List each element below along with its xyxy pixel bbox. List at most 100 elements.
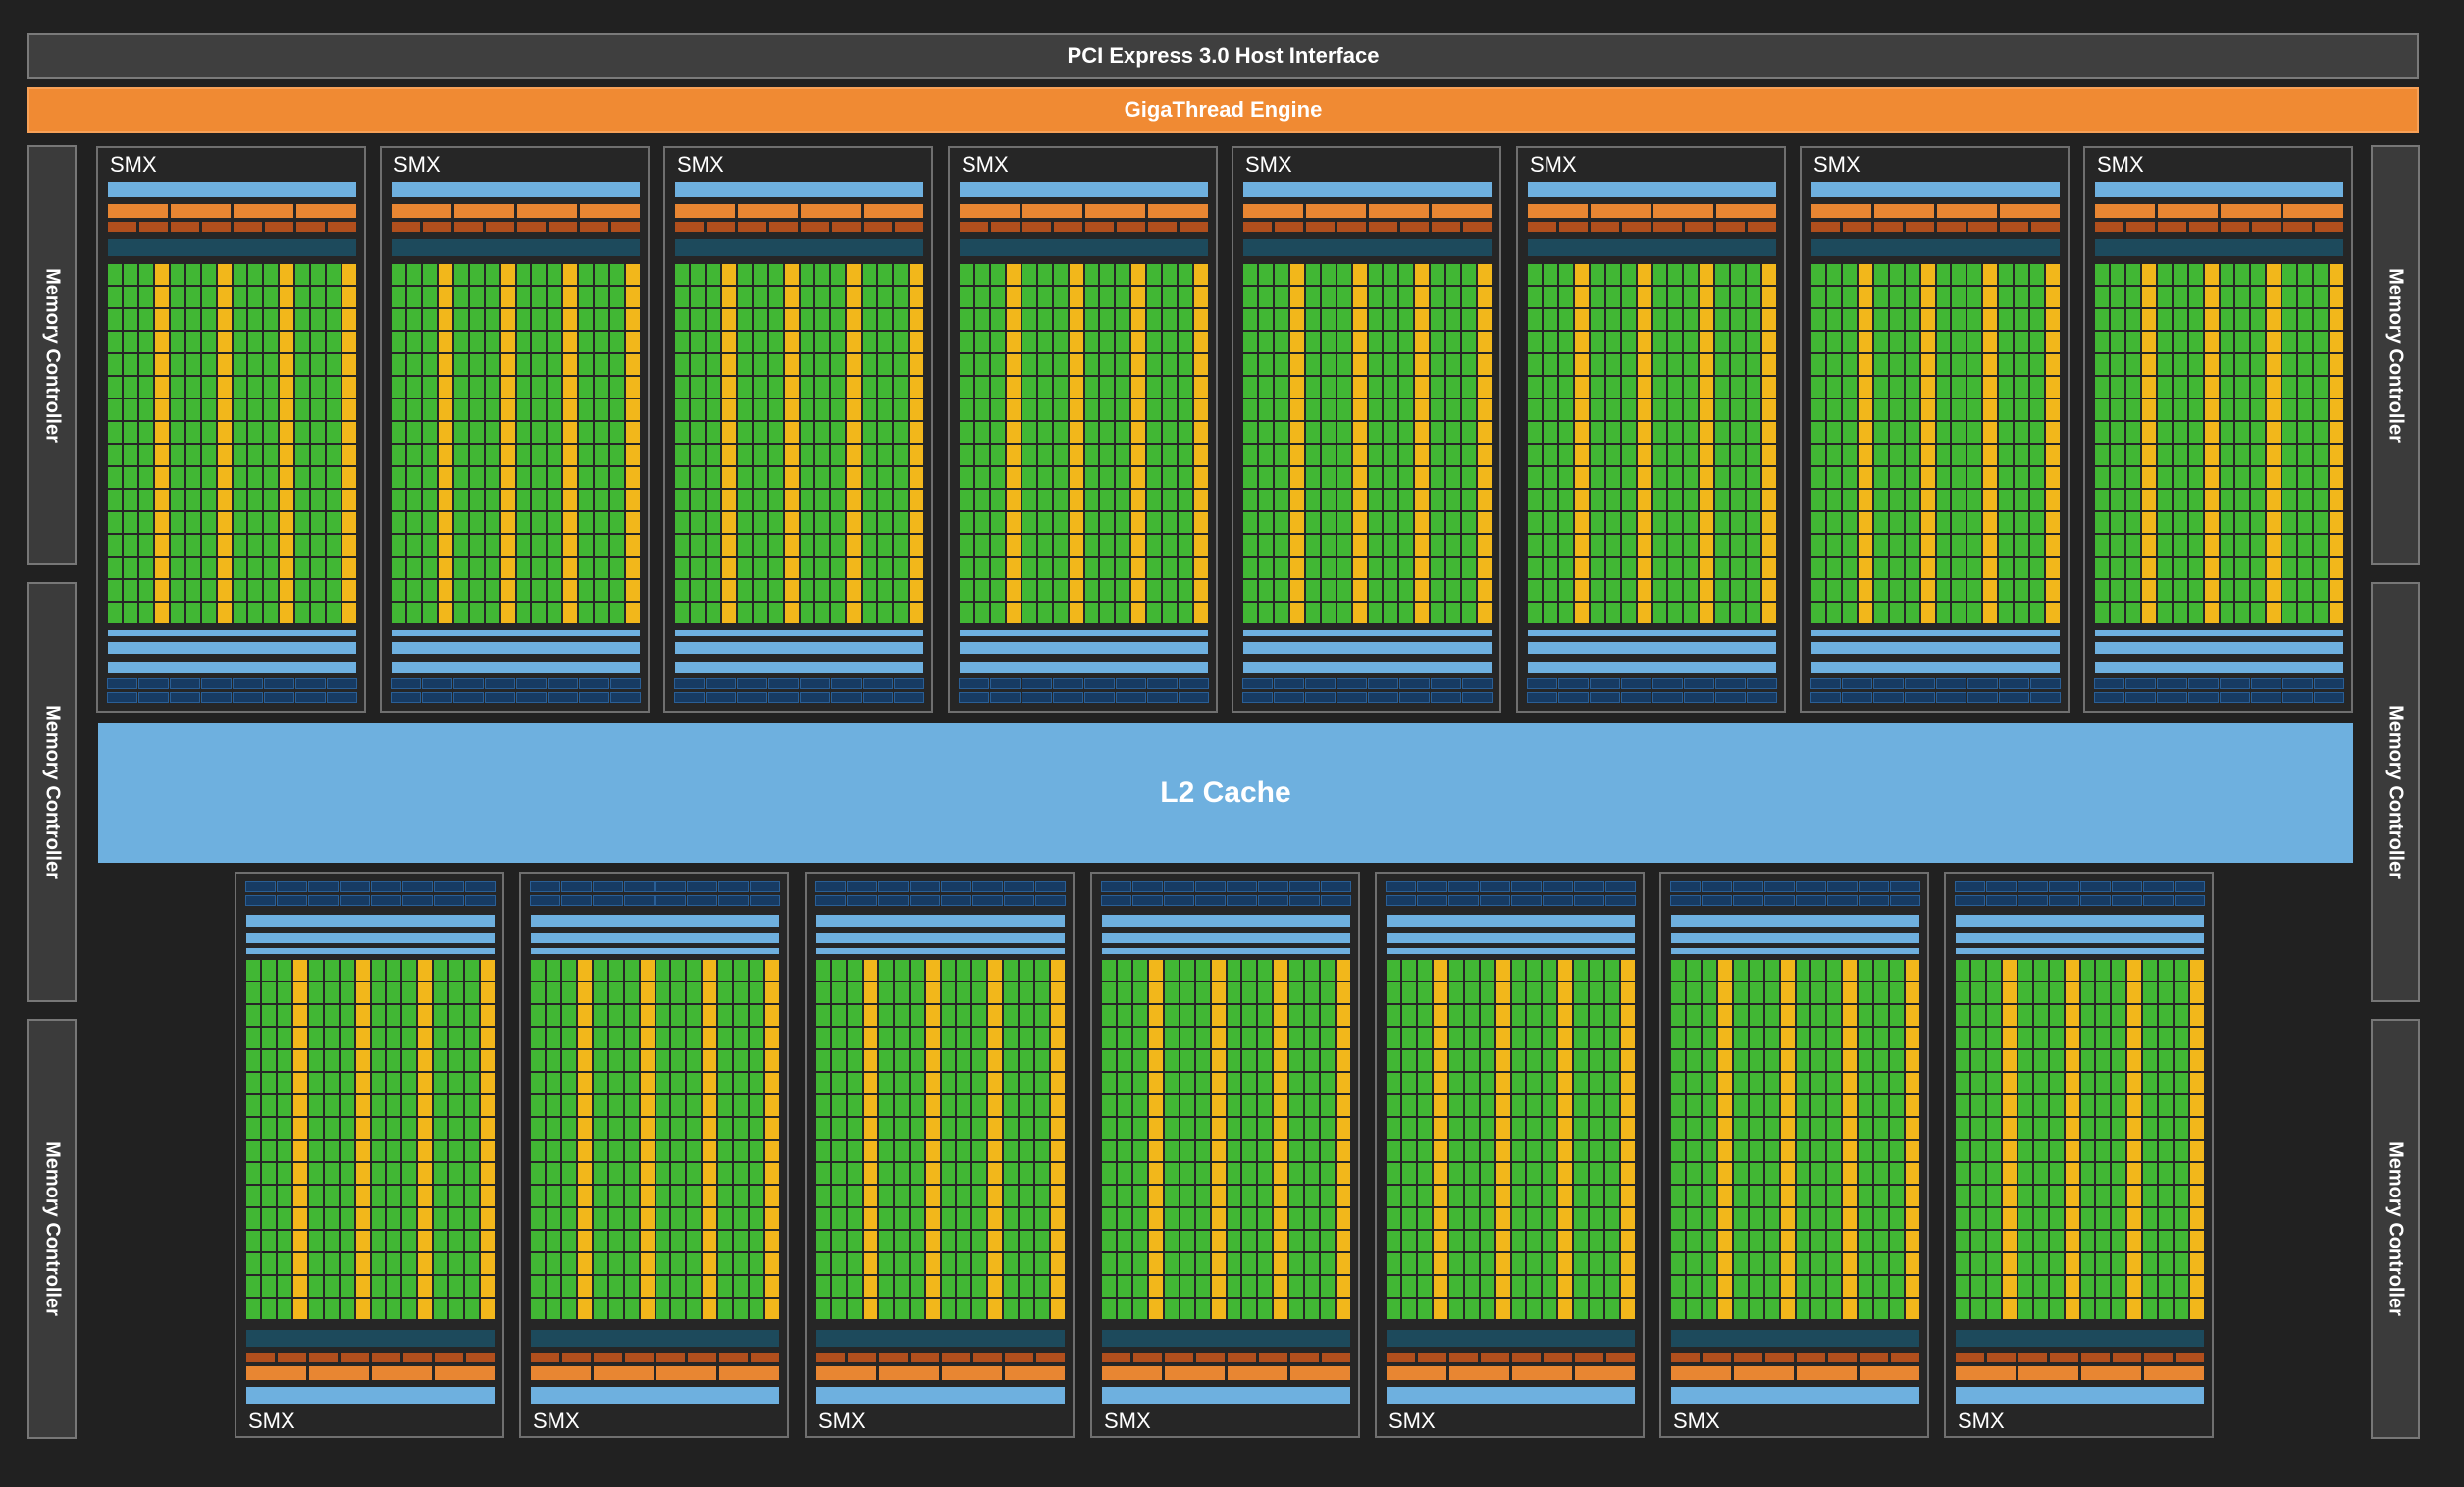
dispatch-unit-row-cell	[2158, 222, 2186, 232]
cuda-core	[1527, 960, 1542, 981]
cuda-core	[1811, 490, 1825, 510]
cuda-core	[878, 1276, 893, 1297]
cuda-core	[1147, 377, 1162, 398]
cuda-core	[516, 467, 531, 488]
special-unit	[217, 467, 232, 488]
special-unit	[2204, 467, 2219, 488]
cuda-core	[1448, 1028, 1463, 1048]
special-unit	[2127, 1028, 2142, 1048]
cuda-core	[170, 445, 184, 465]
special-unit	[563, 535, 578, 556]
cuda-core	[990, 535, 1005, 556]
cuda-core	[1558, 422, 1573, 443]
cuda-core	[815, 399, 830, 420]
cuda-core	[2018, 1253, 2032, 1274]
cuda-core	[1195, 960, 1210, 981]
dispatch-unit-row-cell	[1671, 1353, 1700, 1362]
cuda-core	[138, 467, 153, 488]
cuda-core	[1590, 1028, 1604, 1048]
special-unit	[1621, 1073, 1635, 1093]
dispatch-unit-row	[1102, 1353, 1350, 1362]
special-unit	[988, 982, 1003, 1003]
cuda-core	[706, 535, 720, 556]
texture-cache-row-cell	[610, 692, 641, 703]
special-unit	[1621, 1141, 1635, 1161]
cuda-core	[706, 467, 720, 488]
cuda-core	[593, 1118, 607, 1139]
cuda-core	[1084, 422, 1099, 443]
cuda-core	[531, 1253, 545, 1274]
cuda-core	[2298, 467, 2313, 488]
cuda-core	[960, 354, 973, 375]
special-unit	[784, 445, 799, 465]
cuda-core	[847, 1050, 862, 1071]
cuda-core	[327, 445, 341, 465]
cuda-core	[734, 1005, 749, 1026]
cuda-core	[422, 535, 437, 556]
cuda-core	[2096, 1276, 2111, 1297]
cuda-core	[1446, 354, 1461, 375]
cuda-core	[990, 377, 1005, 398]
cuda-core	[1243, 422, 1257, 443]
special-unit	[1352, 512, 1367, 533]
cuda-core	[1543, 490, 1557, 510]
cuda-core	[1258, 960, 1273, 981]
cuda-core	[561, 960, 576, 981]
cuda-core	[1749, 1253, 1763, 1274]
cuda-core	[1574, 1073, 1589, 1093]
cuda-core	[690, 603, 705, 623]
special-unit	[721, 399, 736, 420]
texture-cache-row-cell	[561, 895, 592, 906]
dispatch-unit-row-cell	[1369, 222, 1397, 232]
cuda-core	[1164, 1276, 1179, 1297]
cuda-core	[434, 1276, 448, 1297]
cuda-core	[2125, 558, 2140, 578]
special-unit	[1478, 445, 1492, 465]
cuda-core	[734, 1253, 749, 1274]
special-unit	[1906, 1276, 1919, 1297]
special-unit	[1433, 1276, 1447, 1297]
cuda-core	[1035, 1186, 1050, 1206]
cuda-core	[2015, 287, 2029, 307]
cuda-core	[816, 1073, 830, 1093]
cuda-core	[655, 1141, 670, 1161]
texture-unit-row-cell	[1574, 881, 1604, 892]
cuda-core	[402, 1231, 417, 1251]
cuda-core	[1368, 512, 1383, 533]
cuda-core	[1764, 1050, 1779, 1071]
cuda-core	[548, 445, 562, 465]
special-unit	[703, 1253, 717, 1274]
special-unit	[1780, 1050, 1795, 1071]
cuda-core	[1874, 1095, 1889, 1116]
cuda-core	[2282, 377, 2297, 398]
cuda-core	[324, 1050, 339, 1071]
cuda-core	[402, 1005, 417, 1026]
cuda-core	[532, 309, 547, 330]
cuda-core	[863, 354, 877, 375]
cuda-core	[2143, 1299, 2158, 1319]
cuda-core	[1671, 1299, 1685, 1319]
cuda-core	[2033, 1276, 2048, 1297]
dispatch-unit-row-cell	[1022, 222, 1051, 232]
texture-cache-row-cell	[1955, 895, 1985, 906]
cuda-core	[1227, 1141, 1241, 1161]
cuda-core	[1100, 580, 1115, 601]
texture-unit-row-cell	[402, 881, 433, 892]
cuda-core	[1368, 445, 1383, 465]
cuda-core	[123, 603, 137, 623]
special-unit	[640, 1299, 655, 1319]
cuda-core	[465, 1073, 480, 1093]
cuda-core	[675, 399, 689, 420]
special-unit	[2141, 445, 2156, 465]
cuda-core	[974, 580, 989, 601]
cuda-core	[465, 1253, 480, 1274]
cuda-core	[261, 1208, 276, 1229]
texture-cache-row-cell	[1289, 895, 1320, 906]
cuda-core	[863, 399, 877, 420]
cuda-core	[1956, 1005, 1969, 1026]
texture-unit-row-cell	[2220, 678, 2250, 689]
cuda-core	[1305, 1276, 1320, 1297]
cuda-core	[1305, 1095, 1320, 1116]
dispatch-unit-row	[1528, 222, 1776, 232]
special-unit	[154, 580, 169, 601]
